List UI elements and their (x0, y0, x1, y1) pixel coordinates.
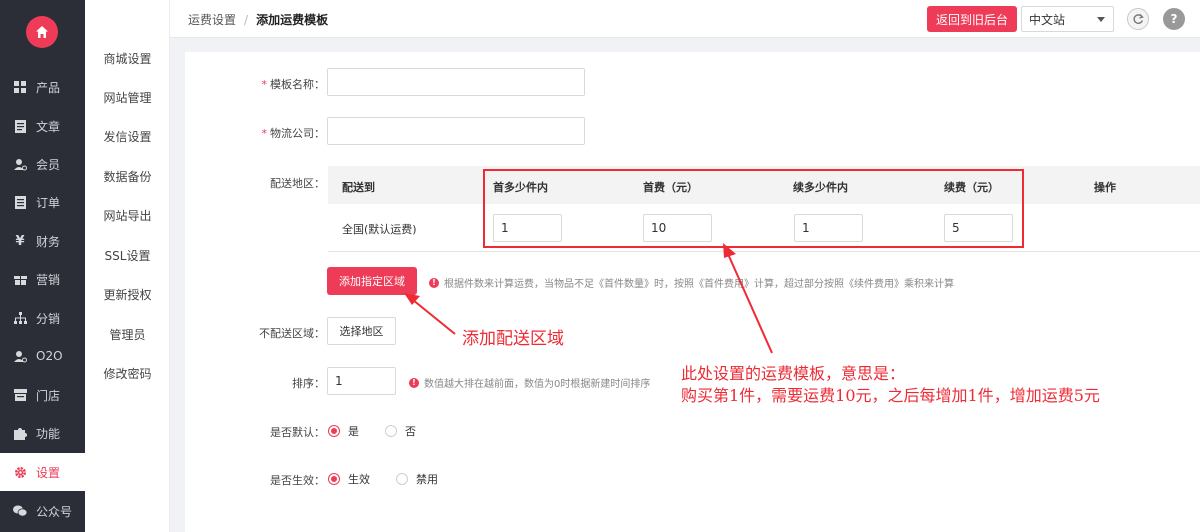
sidebar-item-label: 设置 (36, 465, 61, 480)
settings-submenu: 商城设置 网站管理 发信设置 数据备份 网站导出 SSL设置 更新授权 管理员 … (85, 0, 170, 532)
required-mark: * (261, 127, 268, 140)
annotation-add-region: 添加配送区域 (462, 329, 564, 349)
refresh-icon (1133, 14, 1144, 24)
template-name-label: * 模板名称： (261, 78, 326, 91)
active-no-radio[interactable]: 禁用 (396, 471, 438, 487)
sidebar-item-label: O2O (36, 349, 63, 363)
sidebar-item-finance[interactable]: ¥ 财务 (0, 222, 85, 260)
sidebar-item-members[interactable]: 会员 (0, 145, 85, 183)
annotation-template-line1: 此处设置的运费模板，意思是： (681, 364, 906, 383)
sidebar-item-orders[interactable]: 订单 (0, 183, 85, 221)
info-icon: ! (429, 277, 439, 288)
submenu-item-license[interactable]: 更新授权 (85, 287, 170, 303)
submenu-item-site-manage[interactable]: 网站管理 (85, 90, 170, 106)
info-icon: ! (409, 377, 419, 388)
submenu-item-mall-settings[interactable]: 商城设置 (85, 51, 170, 67)
radio-unchecked-icon (385, 425, 397, 437)
sidebar-item-distribution[interactable]: 分销 (0, 299, 85, 337)
user-o2o-icon (13, 349, 27, 363)
caret-down-icon (1097, 17, 1105, 22)
wechat-icon (13, 504, 27, 518)
user-icon (13, 157, 27, 171)
submenu-item-site-export[interactable]: 网站导出 (85, 208, 170, 224)
submenu-item-ssl[interactable]: SSL设置 (85, 248, 170, 264)
radio-unchecked-icon (396, 473, 408, 485)
sitemap-icon (13, 311, 27, 325)
active-yes-radio[interactable]: 生效 (328, 471, 370, 487)
store-icon (13, 388, 27, 402)
submenu-item-password[interactable]: 修改密码 (85, 366, 170, 382)
page-title: 添加运费模板 (256, 13, 329, 27)
gear-icon (13, 465, 27, 479)
add-region-hint: ! 根据件数来计算运费，当物品不足《首件数量》时，按照《首件费用》计算，超过部分按… (429, 275, 954, 290)
breadcrumb-separator: / (244, 13, 249, 27)
submenu-item-data-backup[interactable]: 数据备份 (85, 169, 170, 185)
sort-hint: ! 数值越大排在越前面，数值为0时根据新建时间排序 (409, 375, 650, 390)
select-region-button[interactable]: 选择地区 (327, 317, 396, 345)
sidebar-item-settings[interactable]: 设置 (0, 453, 85, 491)
sidebar-item-label: 分销 (36, 311, 61, 326)
sidebar-item-label: 文章 (36, 119, 61, 134)
required-mark: * (261, 78, 268, 91)
sidebar-item-label: 门店 (36, 388, 61, 403)
top-bar: 运费设置 / 添加运费模板 返回到旧后台 中文站 ? (170, 0, 1200, 38)
form-panel: * 模板名称： * 物流公司： 配送地区： 配送到 首多少件内 首费（元） 续多少件… (185, 52, 1200, 532)
sidebar-item-label: 公众号 (36, 504, 73, 519)
is-active-label: 是否生效： (270, 474, 325, 487)
question-icon: ? (1170, 12, 1178, 26)
no-delivery-label: 不配送区域： (259, 327, 325, 340)
submenu-item-admins[interactable]: 管理员 (85, 327, 170, 343)
gift-icon (13, 272, 27, 286)
breadcrumb-parent[interactable]: 运费设置 (188, 13, 236, 27)
radio-checked-icon (328, 425, 340, 437)
sidebar-item-marketing[interactable]: 营销 (0, 260, 85, 298)
sidebar-item-label: 营销 (36, 272, 61, 287)
sort-label: 排序： (292, 377, 325, 390)
help-button[interactable]: ? (1163, 8, 1185, 30)
list-icon (13, 195, 27, 209)
yen-icon: ¥ (15, 233, 25, 249)
annotation-highlight-box (483, 169, 1024, 248)
sidebar-item-label: 订单 (36, 195, 61, 210)
sidebar-item-label: 功能 (36, 426, 61, 441)
th-destination: 配送到 (342, 181, 375, 194)
refresh-button[interactable] (1127, 8, 1149, 30)
language-select[interactable]: 中文站 (1021, 6, 1114, 32)
sort-input[interactable]: 1 (327, 367, 396, 395)
home-button[interactable] (26, 16, 58, 48)
breadcrumb: 运费设置 / 添加运费模板 (188, 11, 328, 28)
sidebar-item-articles[interactable]: 文章 (0, 107, 85, 145)
submenu-item-mail-settings[interactable]: 发信设置 (85, 129, 170, 145)
default-no-radio[interactable]: 否 (385, 423, 416, 439)
sidebar-item-wechat[interactable]: 公众号 (0, 492, 85, 530)
is-default-label: 是否默认： (270, 426, 325, 439)
radio-checked-icon (328, 473, 340, 485)
document-icon (13, 119, 27, 133)
back-to-old-admin-button[interactable]: 返回到旧后台 (927, 6, 1017, 32)
grid-icon (13, 80, 27, 94)
logistics-label: * 物流公司： (261, 127, 326, 140)
th-actions: 操作 (1094, 181, 1116, 194)
language-value: 中文站 (1029, 12, 1066, 27)
main-sidebar: 产品 文章 会员 订单 ¥ 财务 营销 分销 O2O 门店 功能 设置 公众号 (0, 0, 85, 532)
sidebar-item-label: 会员 (36, 157, 61, 172)
logistics-company-input[interactable] (327, 117, 585, 145)
sidebar-item-stores[interactable]: 门店 (0, 376, 85, 414)
delivery-area-label: 配送地区： (270, 177, 325, 190)
annotation-template-line2: 购买第1件，需要运费10元，之后每增加1件，增加运费5元 (681, 386, 1100, 405)
region-cell: 全国(默认运费) (342, 223, 417, 236)
add-region-button[interactable]: 添加指定区域 (327, 267, 417, 295)
home-icon (36, 26, 48, 38)
sidebar-item-label: 产品 (36, 80, 61, 95)
sidebar-item-o2o[interactable]: O2O (0, 337, 85, 375)
sidebar-item-label: 财务 (36, 234, 61, 249)
default-yes-radio[interactable]: 是 (328, 423, 359, 439)
puzzle-icon (13, 426, 27, 440)
sidebar-item-features[interactable]: 功能 (0, 414, 85, 452)
sidebar-item-products[interactable]: 产品 (0, 68, 85, 106)
template-name-input[interactable] (327, 68, 585, 96)
